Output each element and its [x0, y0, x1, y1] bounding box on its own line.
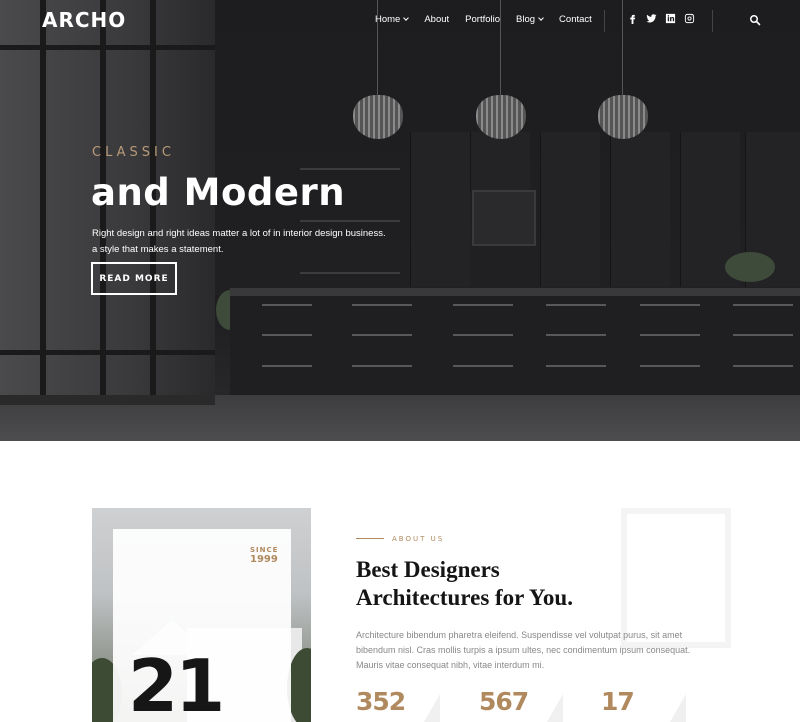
- search-icon[interactable]: [749, 13, 761, 26]
- pendant-lamp: [598, 95, 648, 139]
- since-label: SINCE: [250, 546, 279, 554]
- about-title-line: Best Designers: [356, 557, 500, 582]
- menu-item-label: About: [424, 14, 450, 25]
- chevron-down-icon: [538, 15, 544, 21]
- menu-item-contact[interactable]: Contact: [559, 14, 592, 25]
- menu-item-about[interactable]: About: [424, 14, 449, 25]
- menu-item-label: Blog: [516, 14, 536, 25]
- about-text: Architecture bibendum pharetra eleifend.…: [356, 630, 691, 670]
- twitter-icon[interactable]: [646, 13, 657, 24]
- kitchen-counter: [230, 288, 800, 296]
- menu-item-label: Contact: [559, 14, 592, 25]
- hero-title: and Modern: [91, 171, 346, 214]
- stat-number: 17: [601, 687, 635, 716]
- oven-image: [472, 190, 536, 246]
- pendant-lamp: [476, 95, 526, 139]
- chevron-down-icon: [403, 15, 410, 21]
- social-links: [627, 13, 695, 24]
- instagram-icon[interactable]: [684, 13, 695, 24]
- kicker-line: [356, 538, 384, 539]
- about-title-line: Architectures for You.: [356, 585, 573, 610]
- hero-description-line: Right design and right ideas matter a lo…: [92, 228, 386, 239]
- nav-divider: [604, 10, 605, 32]
- linkedin-icon[interactable]: [665, 13, 676, 24]
- main-menu: Home About Portfolio Blog Contact: [375, 14, 608, 25]
- menu-item-label: Portfolio: [465, 14, 501, 25]
- hero-section: [0, 0, 800, 441]
- menu-item-label: Home: [375, 14, 401, 25]
- years-number: 21: [128, 644, 225, 722]
- site-logo[interactable]: ARCHO: [42, 8, 126, 32]
- read-more-button[interactable]: READ MORE: [91, 262, 177, 295]
- stat-number: 567: [479, 687, 529, 716]
- pendant-lamp: [353, 95, 403, 139]
- about-kicker: ABOUT US: [392, 535, 445, 543]
- stat-number: 352: [356, 687, 406, 716]
- about-title: Best Designers Architectures for You.: [356, 556, 656, 612]
- hero-description: Right design and right ideas matter a lo…: [92, 226, 392, 258]
- menu-item-blog[interactable]: Blog: [516, 14, 544, 25]
- top-navigation: ARCHO Home About Portfolio Blog Contact: [0, 0, 800, 40]
- hero-description-line: a style that makes a statement.: [92, 244, 224, 255]
- menu-item-home[interactable]: Home: [375, 14, 410, 25]
- facebook-icon[interactable]: [627, 13, 638, 24]
- menu-item-portfolio[interactable]: Portfolio: [465, 14, 500, 25]
- nav-divider: [712, 10, 713, 32]
- since-year: 1999: [250, 554, 278, 565]
- hero-kicker: CLASSIC: [92, 145, 175, 160]
- kitchen-cabinets: [230, 296, 800, 408]
